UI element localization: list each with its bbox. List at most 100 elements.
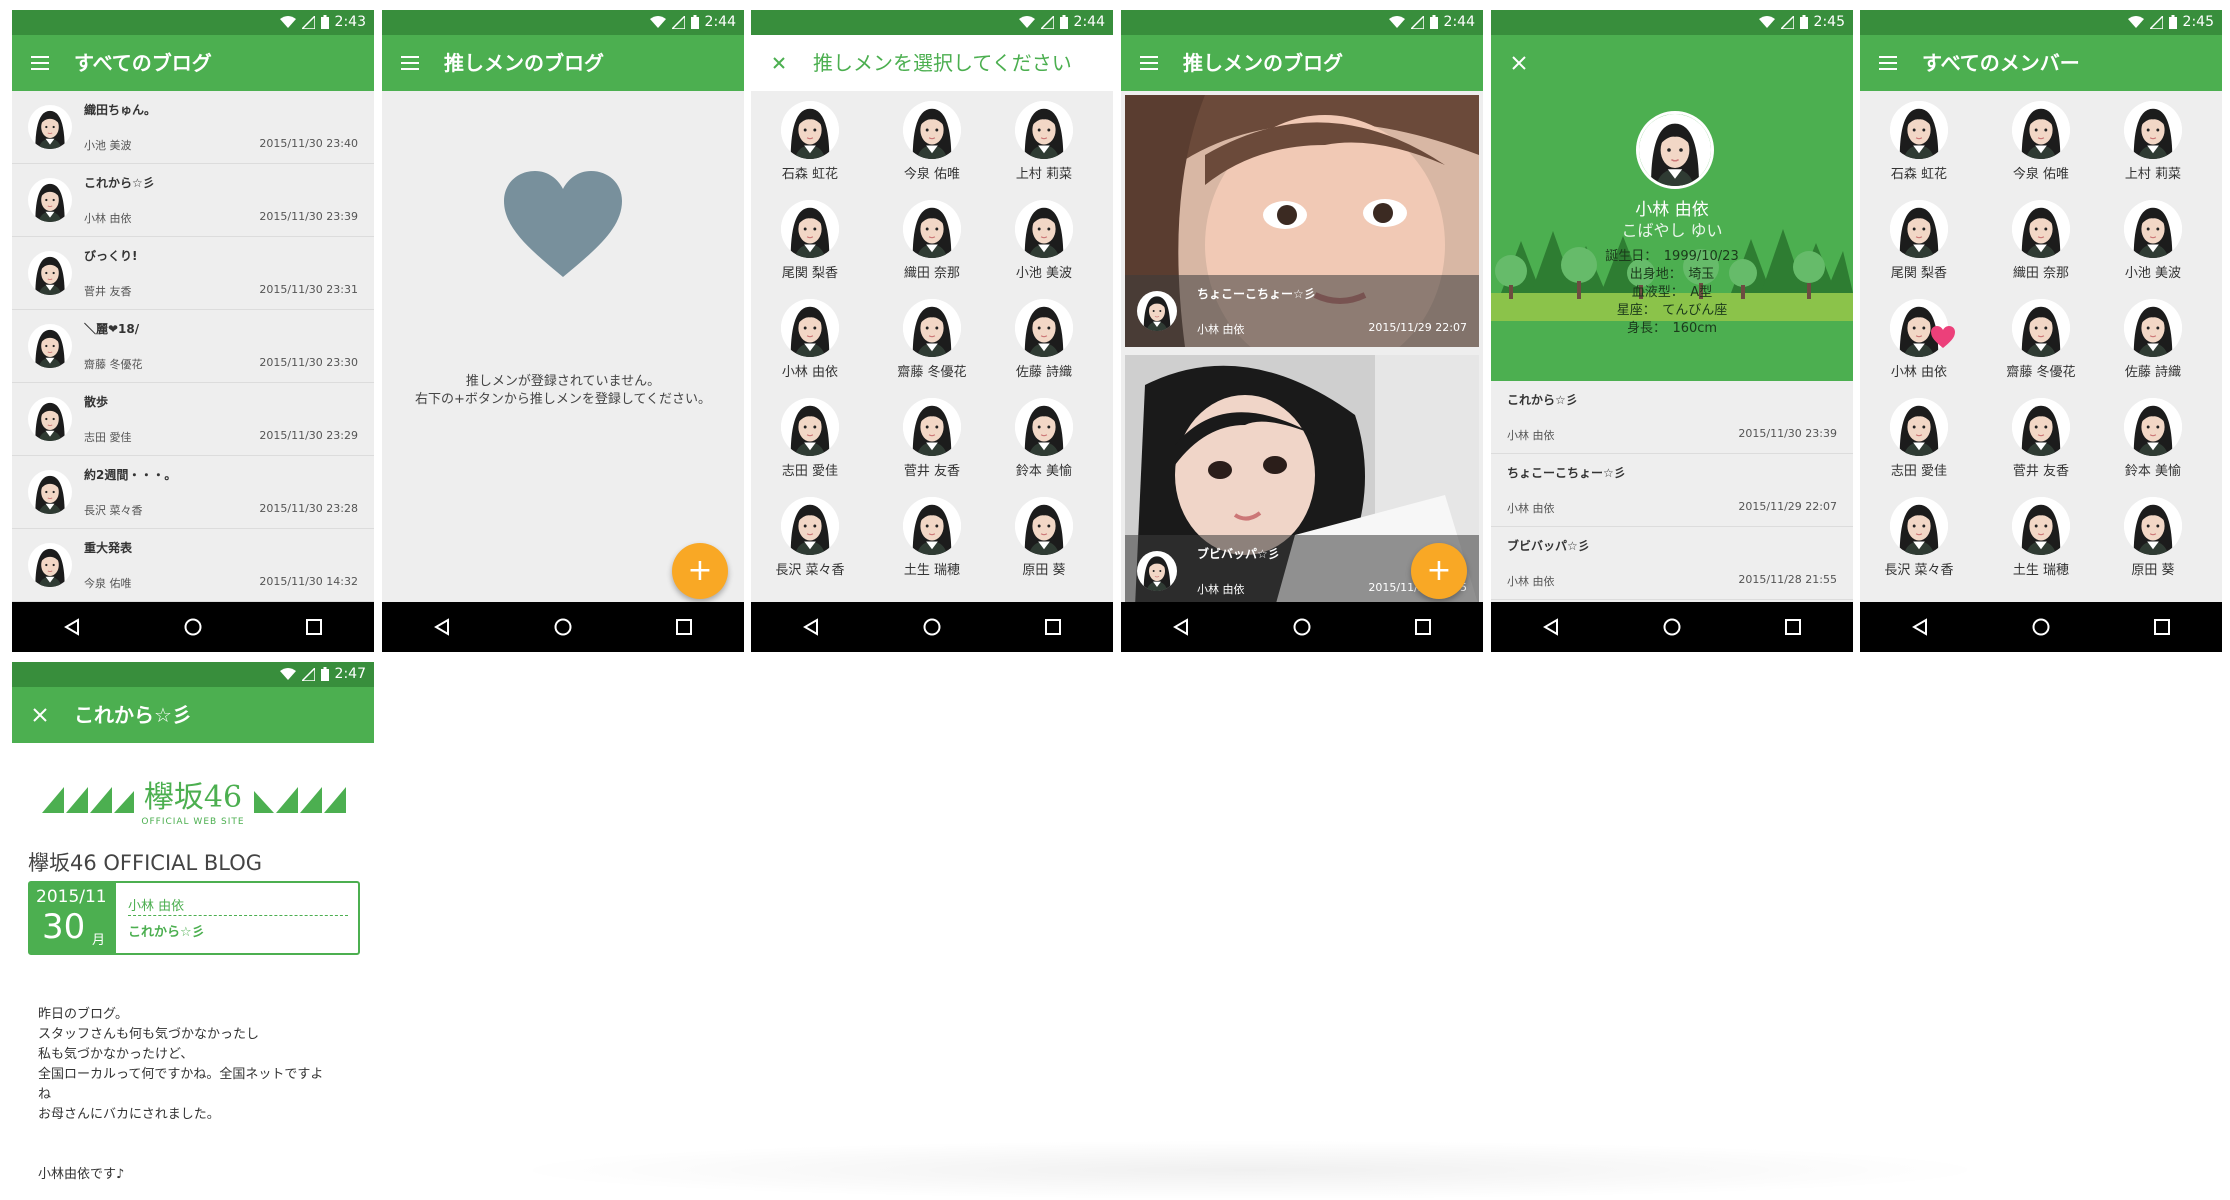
member-item[interactable]: 齋藤 冬優花 xyxy=(1986,299,2096,380)
home-button[interactable] xyxy=(163,602,223,652)
member-item[interactable]: 土生 瑞穂 xyxy=(877,497,987,578)
member-item[interactable]: 長沢 菜々香 xyxy=(755,497,865,578)
member-item[interactable]: 齋藤 冬優花 xyxy=(877,299,987,380)
add-oshi-button[interactable]: + xyxy=(672,543,728,599)
avatar xyxy=(781,398,839,456)
menu-button[interactable] xyxy=(1135,49,1163,77)
profile-blog-item[interactable]: ブビバッパ☆彡 小林 由依 2015/11/28 21:55 xyxy=(1491,527,1853,600)
battery-icon xyxy=(320,667,329,681)
member-item[interactable]: 鈴本 美愉 xyxy=(989,398,1099,479)
date-day: 30 xyxy=(42,907,86,947)
recents-button[interactable] xyxy=(1763,602,1823,652)
app-bar: 推しメンのブログ xyxy=(382,35,744,91)
profile-height: 身長： 160cm xyxy=(1626,321,1718,336)
avatar xyxy=(1015,200,1073,258)
member-item[interactable]: 志田 愛佳 xyxy=(755,398,865,479)
blog-list-item[interactable]: ＼麗❤18/齋藤 冬優花 2015/11/30 23:30 xyxy=(12,310,374,383)
member-item[interactable]: 小林 由依 xyxy=(755,299,865,380)
blog-list-item[interactable]: 重大発表 今泉 佑唯 2015/11/30 14:32 xyxy=(12,529,374,602)
post-body: 昨日のブログ。 スタッフさんも何も気づかなかったし 私も気づかなかったけど、 全国ロー… xyxy=(38,1005,358,1185)
close-icon xyxy=(33,708,47,722)
member-item[interactable]: 織田 奈那 xyxy=(1986,200,2096,281)
blog-heading: 欅坂46 OFFICIAL BLOG xyxy=(28,851,263,875)
avatar xyxy=(781,200,839,258)
blog-list: 織田ちゅん。 小池 美波 2015/11/30 23:40 これから☆彡 小林 由依 2… xyxy=(12,91,374,602)
system-nav-bar xyxy=(1491,602,1853,652)
signal-icon xyxy=(671,15,685,29)
blog-list-item[interactable]: 散歩 志田 愛佳 2015/11/30 23:29 xyxy=(12,383,374,456)
back-button[interactable] xyxy=(42,602,102,652)
blog-list-item[interactable]: びっくり! 菅井 友香 2015/11/30 23:31 xyxy=(12,237,374,310)
member-item[interactable]: 上村 莉菜 xyxy=(989,101,1099,182)
member-item[interactable]: 織田 奈那 xyxy=(877,200,987,281)
post-header-box: 2015/11 30 月 小林 由依 これから☆彡 xyxy=(28,881,360,955)
member-item[interactable]: 菅井 友香 xyxy=(1986,398,2096,479)
recents-button[interactable] xyxy=(2132,602,2192,652)
member-name: 佐藤 詩織 xyxy=(1015,365,1073,380)
member-item[interactable]: 尾関 梨香 xyxy=(755,200,865,281)
blog-author: 今泉 佑唯 xyxy=(84,577,132,590)
recents-button[interactable] xyxy=(284,602,344,652)
member-name: 今泉 佑唯 xyxy=(2012,167,2070,182)
member-item[interactable]: 原田 葵 xyxy=(2098,497,2208,578)
screen-blog-detail: 2:47 これから☆彡 欅坂46 OFFICIAL WEB SITE 欅坂46 … xyxy=(12,662,374,1200)
home-button[interactable] xyxy=(533,602,593,652)
close-button[interactable] xyxy=(26,701,54,729)
member-item[interactable]: 小林 由依 xyxy=(1864,299,1974,380)
member-item[interactable]: 今泉 佑唯 xyxy=(1986,101,2096,182)
app-bar xyxy=(1491,35,1853,91)
app-bar: すべてのブログ xyxy=(12,35,374,91)
system-nav-bar xyxy=(382,602,744,652)
back-button[interactable] xyxy=(412,602,472,652)
member-item[interactable]: 菅井 友香 xyxy=(877,398,987,479)
back-button[interactable] xyxy=(781,602,841,652)
blog-list-item[interactable]: 織田ちゅん。 小池 美波 2015/11/30 23:40 xyxy=(12,91,374,164)
status-bar: 2:47 xyxy=(12,662,374,687)
avatar xyxy=(1015,299,1073,357)
blog-list-item[interactable]: これから☆彡 小林 由依 2015/11/30 23:39 xyxy=(12,164,374,237)
wifi-icon xyxy=(279,15,296,28)
member-item[interactable]: 今泉 佑唯 xyxy=(877,101,987,182)
member-item[interactable]: 長沢 菜々香 xyxy=(1864,497,1974,578)
menu-button[interactable] xyxy=(1874,49,1902,77)
member-item[interactable]: 尾関 梨香 xyxy=(1864,200,1974,281)
close-icon xyxy=(773,57,785,69)
recents-button[interactable] xyxy=(1393,602,1453,652)
add-oshi-button[interactable]: + xyxy=(1411,543,1467,599)
member-item[interactable]: 志田 愛佳 xyxy=(1864,398,1974,479)
home-button[interactable] xyxy=(1642,602,1702,652)
back-button[interactable] xyxy=(1151,602,1211,652)
menu-button[interactable] xyxy=(396,49,424,77)
home-button[interactable] xyxy=(2011,602,2071,652)
member-item[interactable]: 小池 美波 xyxy=(989,200,1099,281)
date-block: 2015/11 30 月 xyxy=(30,883,116,953)
card-author: 小林 由依 xyxy=(1197,583,1245,596)
home-button[interactable] xyxy=(1272,602,1332,652)
member-item[interactable]: 鈴本 美愉 xyxy=(2098,398,2208,479)
home-button[interactable] xyxy=(902,602,962,652)
menu-button[interactable] xyxy=(26,49,54,77)
signal-icon xyxy=(1410,15,1424,29)
close-button[interactable] xyxy=(765,49,793,77)
profile-blog-item[interactable]: これから☆彡 小林 由依 2015/11/30 23:39 xyxy=(1491,381,1853,454)
blog-photo-card[interactable]: ちょこーこちょー☆彡 小林 由依 2015/11/29 22:07 xyxy=(1125,95,1479,347)
back-button[interactable] xyxy=(1521,602,1581,652)
blog-title: 織田ちゅん。 xyxy=(84,103,157,117)
recents-button[interactable] xyxy=(1023,602,1083,652)
recents-button[interactable] xyxy=(654,602,714,652)
profile-blog-item[interactable]: ちょこーこちょー☆彡 小林 由依 2015/11/29 22:07 xyxy=(1491,454,1853,527)
member-item[interactable]: 佐藤 詩織 xyxy=(2098,299,2208,380)
member-item[interactable]: 土生 瑞穂 xyxy=(1986,497,2096,578)
member-item[interactable]: 小池 美波 xyxy=(2098,200,2208,281)
blog-list-item[interactable]: 約2週間・・・。 長沢 菜々香 2015/11/30 23:28 xyxy=(12,456,374,529)
member-select-grid: 石森 虹花 今泉 佑唯 上村 莉菜 尾関 梨香 織田 奈那 小池 美波 小林 由… xyxy=(751,91,1113,602)
close-button[interactable] xyxy=(1505,49,1533,77)
member-item[interactable]: 上村 莉菜 xyxy=(2098,101,2208,182)
member-name: 石森 虹花 xyxy=(1890,167,1948,182)
member-item[interactable]: 佐藤 詩織 xyxy=(989,299,1099,380)
member-item[interactable]: 石森 虹花 xyxy=(1864,101,1974,182)
back-button[interactable] xyxy=(1890,602,1950,652)
member-item[interactable]: 石森 虹花 xyxy=(755,101,865,182)
member-item[interactable]: 原田 葵 xyxy=(989,497,1099,578)
member-grid-content: 石森 虹花 今泉 佑唯 上村 莉菜 尾関 梨香 織田 奈那 小池 美波 小林 由… xyxy=(1860,91,2222,602)
